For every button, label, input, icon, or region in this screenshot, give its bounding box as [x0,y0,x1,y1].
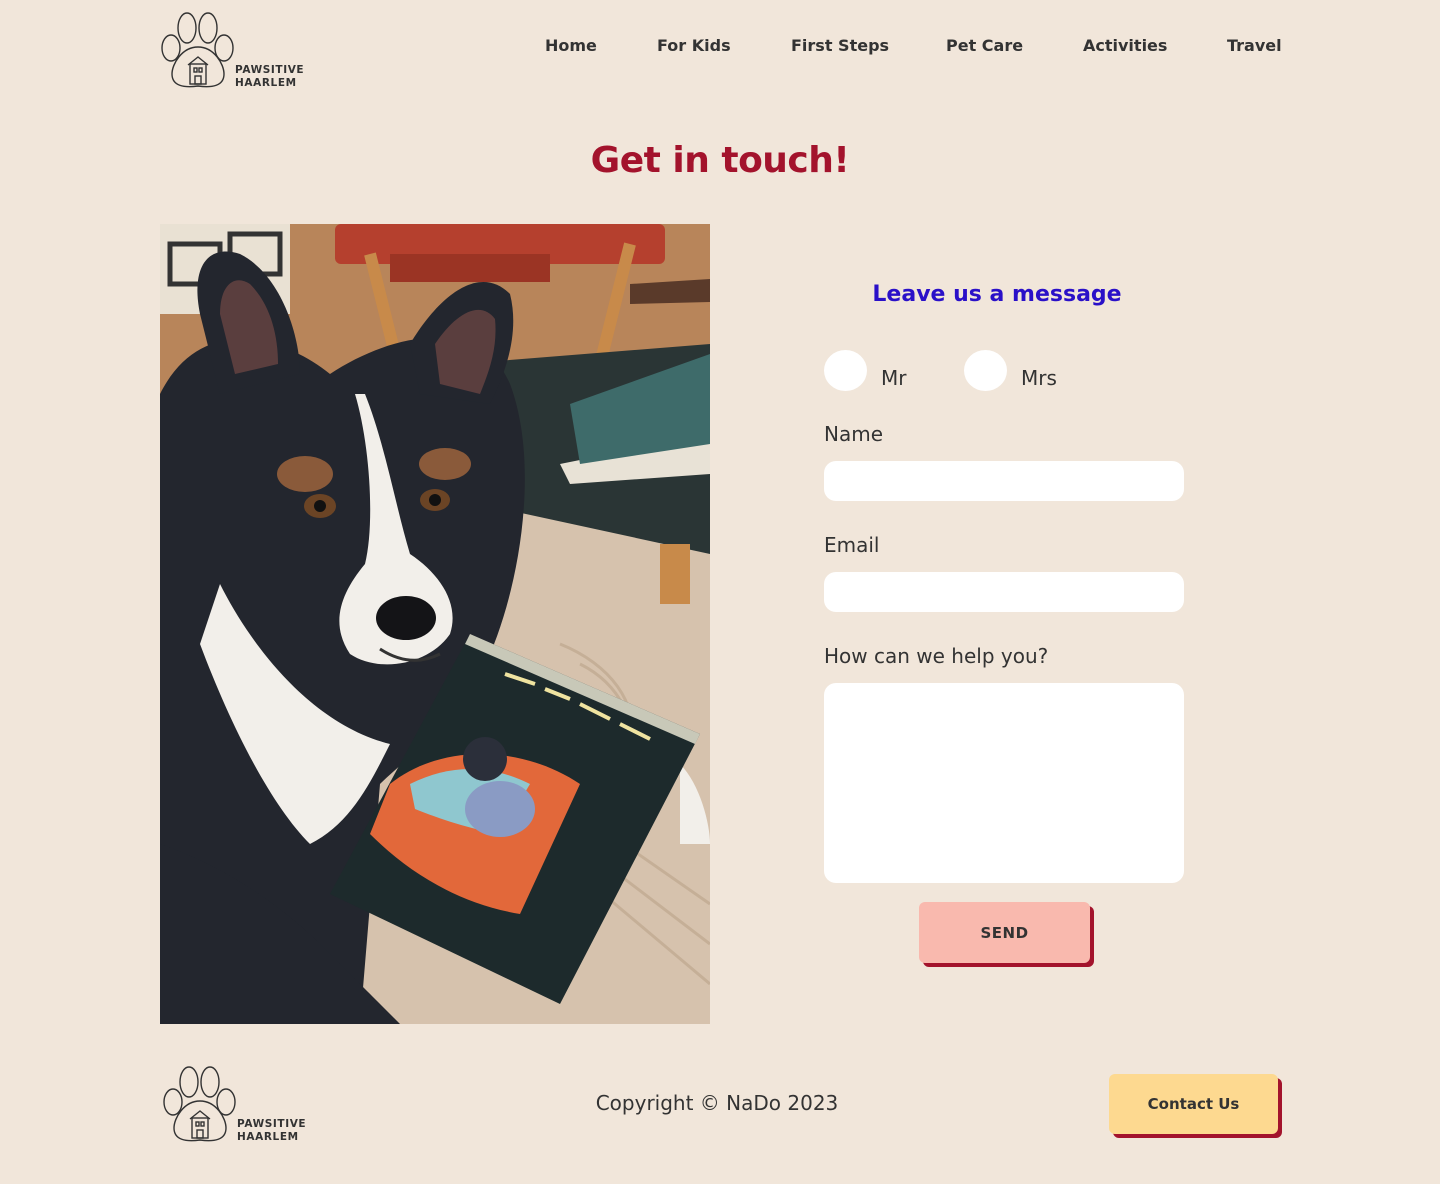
nav-item-for-kids[interactable]: For Kids [657,36,731,55]
brand-name-line1: PAWSITIVE [235,64,305,76]
send-button[interactable]: SEND [919,902,1090,963]
nav-item-travel[interactable]: Travel [1227,36,1282,55]
message-label: How can we help you? [824,644,1049,668]
footer-logo[interactable]: PAWSITIVE HAARLEM [162,1066,312,1144]
radio-mrs-label: Mrs [1021,366,1057,390]
message-field[interactable] [824,683,1184,883]
brand-name-line2: HAARLEM [235,77,297,89]
dog-photo [160,224,710,1024]
form-title: Leave us a message [872,282,1122,307]
main-nav: Home For Kids First Steps Pet Care Activ… [0,36,1440,60]
footer-brand-name-line2: HAARLEM [237,1131,299,1143]
nav-item-home[interactable]: Home [545,36,597,55]
radio-mr-label: Mr [881,366,907,390]
nav-item-first-steps[interactable]: First Steps [791,36,889,55]
name-field[interactable] [824,461,1184,501]
radio-mr[interactable] [824,350,867,391]
footer-brand-name-line1: PAWSITIVE [237,1118,307,1130]
name-label: Name [824,422,884,446]
contact-us-button[interactable]: Contact Us [1109,1074,1278,1134]
nav-item-pet-care[interactable]: Pet Care [946,36,1023,55]
radio-mrs[interactable] [964,350,1007,391]
page-title: Get in touch! [590,140,850,181]
copyright-text: Copyright © NaDo 2023 [595,1091,839,1115]
paw-house-icon [163,1066,236,1142]
nav-item-activities[interactable]: Activities [1083,36,1167,55]
email-field[interactable] [824,572,1184,612]
email-label: Email [824,533,880,557]
